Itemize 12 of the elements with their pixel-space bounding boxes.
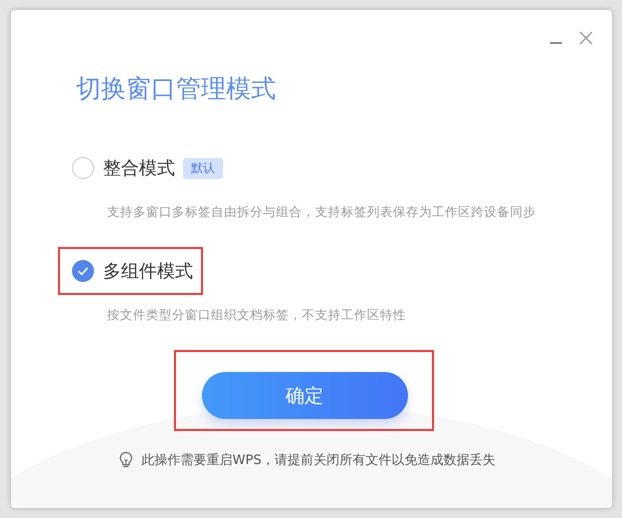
mode-option[interactable]: 多组件模式 xyxy=(58,247,203,295)
confirm-button[interactable]: 确定 xyxy=(202,372,408,419)
option-description: 支持多窗口多标签自由拆分与组合，支持标签列表保存为工作区跨设备同步 xyxy=(107,204,537,221)
close-icon[interactable] xyxy=(578,30,594,46)
option-description: 按文件类型分窗口组织文档标签，不支持工作区特性 xyxy=(107,307,407,324)
radio-checked-icon[interactable] xyxy=(72,260,94,282)
radio-unchecked-icon[interactable] xyxy=(72,157,94,179)
restart-hint: 此操作需要重启WPS，请提前关闭所有文件以免造成数据丢失 xyxy=(142,452,496,469)
lightbulb-icon xyxy=(118,451,134,469)
dialog-title: 切换窗口管理模式 xyxy=(76,74,277,104)
mode-option[interactable]: 整合模式 xyxy=(58,144,185,192)
default-badge: 默认 xyxy=(183,158,223,178)
